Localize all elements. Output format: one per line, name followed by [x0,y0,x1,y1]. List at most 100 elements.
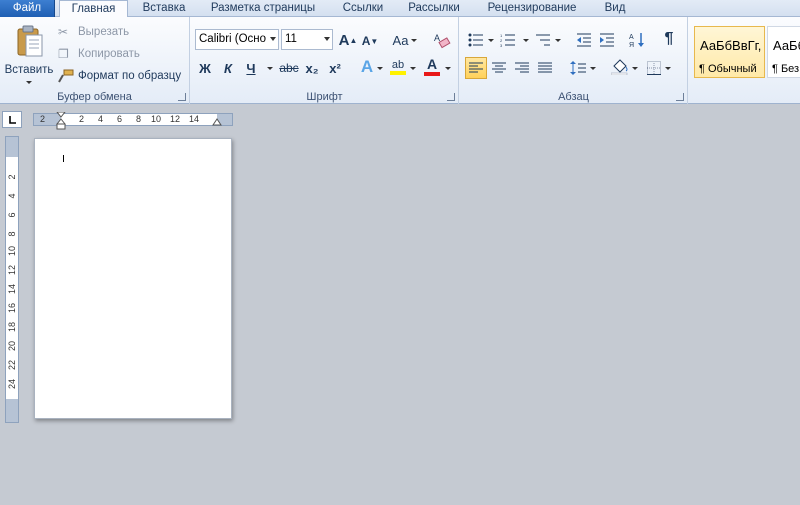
format-painter-button[interactable]: Формат по образцу [58,67,181,85]
shading-button[interactable] [610,57,630,77]
indent-marker-icon[interactable] [56,112,66,130]
paste-icon [17,25,43,57]
chevron-down-icon[interactable] [523,39,529,42]
align-center-button[interactable] [489,58,509,78]
tab-review[interactable]: Рецензирование [478,0,586,17]
decrease-indent-button[interactable] [574,30,594,50]
paste-button[interactable]: Вставить [4,21,54,87]
style-normal[interactable]: АаБбВвГг, ¶ Обычный [694,26,765,78]
grow-font-icon: A [338,31,350,49]
sort-icon: A Я [629,33,644,48]
sort-button[interactable]: A Я [627,30,647,50]
italic-button[interactable]: К [218,58,238,78]
tab-insert[interactable]: Вставка [134,0,194,17]
chevron-down-icon[interactable] [377,67,383,70]
text-effects-icon: A [360,57,374,76]
chevron-down-icon[interactable] [445,67,451,70]
chevron-down-icon[interactable] [410,67,416,70]
line-spacing-button[interactable] [568,58,588,78]
font-size-combo[interactable]: 11 [281,29,333,50]
highlight-color-bar [390,71,406,75]
shrink-font-button[interactable]: A ▼ [360,31,380,51]
highlight-button[interactable]: ab [388,57,408,77]
bullets-button[interactable] [466,30,486,50]
bullets-icon [468,33,483,47]
right-indent-marker-icon[interactable] [212,117,222,126]
grow-font-button[interactable]: A ▲ [338,30,358,50]
strikethrough-icon: abc [279,61,299,75]
chevron-down-icon[interactable] [665,67,671,70]
vertical-ruler[interactable]: 2 4 6 8 10 12 14 16 18 20 22 24 [5,136,19,423]
style-name: ¶ Обычный [699,63,757,75]
ruler-number: 4 [98,114,104,124]
clear-formatting-button[interactable]: A [431,29,453,51]
subscript-button[interactable]: x₂ [302,58,322,78]
align-right-button[interactable] [512,58,532,78]
ruler-number: 12 [7,265,17,276]
chevron-down-icon[interactable] [632,67,638,70]
ruler-number: 8 [7,231,17,237]
style-no-spacing[interactable]: АаБбВвГг, ¶ Без ... [767,26,800,78]
font-color-button[interactable]: A [422,56,442,76]
increase-indent-button[interactable] [597,30,617,50]
multilevel-list-icon [536,34,550,46]
font-group: Calibri (Осно 11 A ▲ A ▼ Aa A Ж К Ч abc … [191,17,459,104]
dialog-launcher-icon[interactable] [447,93,455,101]
horizontal-ruler[interactable]: 2 2 4 6 8 10 12 14 [33,112,233,130]
strikethrough-button[interactable]: abc [278,58,300,78]
ruler-number: 22 [7,360,17,371]
increase-indent-icon [600,33,614,47]
ribbon-tab-bar: Файл Главная Вставка Разметка страницы С… [0,0,800,18]
numbering-icon: 1 2 3 [500,33,515,47]
tab-mailings[interactable]: Рассылки [401,0,467,17]
font-size-value: 11 [285,33,297,45]
underline-button[interactable]: Ч [241,58,261,78]
ruler-number: 16 [7,303,17,314]
font-color-bar [424,72,440,76]
show-marks-button[interactable]: ¶ [659,29,679,49]
tab-view[interactable]: Вид [596,0,634,17]
ruler-number: 8 [136,114,142,124]
pilcrow-icon: ¶ [664,30,674,47]
chevron-down-icon[interactable] [488,39,494,42]
document-page[interactable] [34,138,232,419]
svg-text:A: A [629,34,634,41]
borders-button[interactable] [644,58,664,78]
chevron-down-icon[interactable] [267,67,273,70]
shrink-font-icon: A [361,34,371,48]
highlight-icon: ab [391,59,405,71]
ruler-number: 18 [7,322,17,333]
style-sample: АаБбВвГг, [700,38,762,53]
chevron-down-icon[interactable] [555,39,561,42]
change-case-button[interactable]: Aa [391,30,419,50]
copy-button[interactable]: ❐ Копировать [58,45,140,63]
cut-button[interactable]: ✂ Вырезать [58,23,129,41]
numbering-button[interactable]: 1 2 3 [498,30,518,50]
justify-button[interactable] [535,58,555,78]
tab-selector[interactable] [2,111,22,128]
superscript-button[interactable]: x² [325,58,345,78]
paragraph-group: 1 2 3 A Я ¶ Абзац [460,17,688,104]
chevron-down-icon[interactable] [590,67,596,70]
tab-references[interactable]: Ссылки [333,0,393,17]
dialog-launcher-icon[interactable] [178,93,186,101]
text-effects-button[interactable]: A [357,57,377,77]
style-sample: АаБбВвГг, [773,38,800,53]
font-name-combo[interactable]: Calibri (Осно [195,29,279,50]
dialog-launcher-icon[interactable] [676,93,684,101]
ruler-number: 20 [7,341,17,352]
paste-label: Вставить [4,64,54,76]
multilevel-list-button[interactable] [533,30,553,50]
bold-button[interactable]: Ж [195,58,215,78]
align-left-button[interactable] [465,57,487,79]
ruler-number: 2 [79,114,85,124]
ruler-number: 24 [7,379,17,390]
ruler-number: 2 [40,114,46,124]
tab-file[interactable]: Файл [0,0,55,17]
chevron-down-icon [411,38,418,42]
font-name-value: Calibri (Осно [199,33,267,45]
clipboard-group: Вставить ✂ Вырезать ❐ Копировать Формат … [0,17,190,104]
tab-home[interactable]: Главная [59,0,128,18]
cut-label: Вырезать [78,26,130,38]
tab-page-layout[interactable]: Разметка страницы [203,0,323,17]
